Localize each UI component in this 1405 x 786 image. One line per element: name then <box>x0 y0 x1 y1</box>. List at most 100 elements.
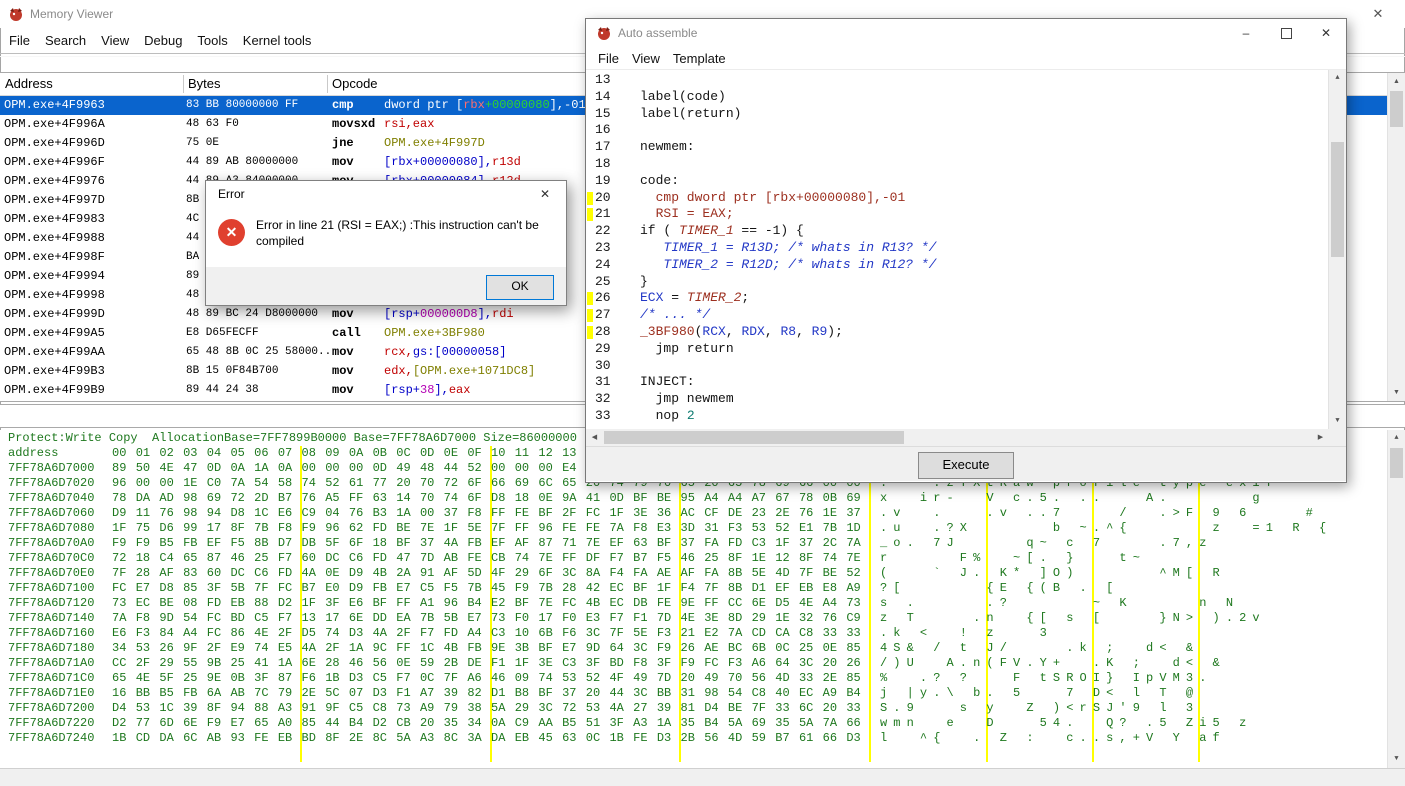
scroll-down-icon[interactable]: ▼ <box>1388 384 1405 401</box>
hex-row[interactable]: 7FF78A6D71A0CC2F29559B25411A6E2846560E59… <box>0 656 1388 671</box>
scroll-up-icon[interactable]: ▲ <box>1388 73 1405 90</box>
aa-menubar: File View Template <box>586 47 1346 69</box>
line-number: 13 <box>595 72 611 89</box>
hex-row[interactable]: 7FF78A6D71E016BBB5FB6AAB7C792E5C07D3F1A7… <box>0 686 1388 701</box>
scroll-right-icon[interactable]: ▶ <box>1312 429 1329 446</box>
error-body: ✕ Error in line 21 (RSI = EAX;) :This in… <box>206 207 566 267</box>
disasm-mnemonic-cell: mov <box>332 153 354 172</box>
aa-menu-item-file[interactable]: File <box>598 51 619 66</box>
scrollbar-thumb[interactable] <box>1390 91 1403 127</box>
code-text: ECX = TIMER_2; <box>640 290 749 307</box>
error-button-strip: OK <box>206 267 566 305</box>
hex-row[interactable]: 7FF78A6D7100FCE7D8853F5B7FFCB7E0D9FBE7C5… <box>0 581 1388 596</box>
disasm-bytes-cell: 89 44 24 38 <box>186 381 259 400</box>
scroll-up-icon[interactable]: ▲ <box>1329 70 1346 87</box>
error-icon: ✕ <box>218 219 245 246</box>
hex-bytes-cell: 16BBB5FB6AAB7C792E5C07D3F1A73982D1B8BF37… <box>112 686 870 701</box>
hexview-scrollbar[interactable]: ▲ ▼ <box>1387 430 1405 768</box>
code-text: code: <box>640 173 679 190</box>
app-icon <box>596 25 612 41</box>
execute-button[interactable]: Execute <box>918 452 1014 479</box>
disasm-bytes-cell: 48 63 F0 <box>186 115 239 134</box>
ok-button[interactable]: OK <box>486 275 554 300</box>
main-menu-item-tools[interactable]: Tools <box>197 33 227 48</box>
scroll-down-icon[interactable]: ▼ <box>1329 413 1346 430</box>
hex-ascii-cell: s . .? ~ K n N <box>880 596 1239 611</box>
disasm-address-cell: OPM.exe+4F996F <box>4 153 105 172</box>
scroll-left-icon[interactable]: ◀ <box>586 429 603 446</box>
hex-row[interactable]: 7FF78A6D70E07F28AF8360DCC6FD4A0ED94B2A91… <box>0 566 1388 581</box>
disassembler-scrollbar[interactable]: ▲ ▼ <box>1387 73 1405 401</box>
hex-address-cell: 7FF78A6D7100 <box>8 581 94 596</box>
main-menu-item-view[interactable]: View <box>101 33 129 48</box>
main-menu-item-file[interactable]: File <box>9 33 30 48</box>
close-icon[interactable]: ✕ <box>524 181 566 207</box>
hex-address-cell: 7FF78A6D7000 <box>8 461 94 476</box>
hex-ascii-cell: /)U A.n(FV.Y+ .K ; d< & <box>880 656 1226 671</box>
hex-ascii-cell: _o. 7J q~ c 7 .7,z <box>880 536 1213 551</box>
aa-menu-item-template[interactable]: Template <box>673 51 726 66</box>
close-icon[interactable]: ✕ <box>1306 19 1346 47</box>
hex-row[interactable]: 7FF78A6D71C0654E5F259E0B3F87F61BD3C5F70C… <box>0 671 1388 686</box>
main-menu-item-debug[interactable]: Debug <box>144 33 182 48</box>
code-line: 14label(code) <box>586 89 1329 106</box>
column-divider[interactable] <box>183 75 184 93</box>
assembly-editor[interactable]: 1314label(code)15label(return)1617newmem… <box>586 69 1346 430</box>
code-line: 26ECX = TIMER_2; <box>586 290 1329 307</box>
disasm-bytes-cell: 75 0E <box>186 134 219 153</box>
hex-row[interactable]: 7FF78A6D71407AF89D54FCBDC5F713176EDDEA7B… <box>0 611 1388 626</box>
scrollbar-thumb[interactable] <box>1331 142 1344 257</box>
disasm-mnemonic-cell: jne <box>332 134 354 153</box>
hex-row[interactable]: 7FF78A6D7200D4531C398F9488A3919FC5C873A9… <box>0 701 1388 716</box>
error-titlebar[interactable]: Error ✕ <box>206 181 566 207</box>
line-number: 31 <box>595 374 611 391</box>
main-close-icon[interactable]: ✕ <box>1359 0 1397 28</box>
disasm-mnemonic-cell: movsxd <box>332 115 375 134</box>
hex-row[interactable]: 7FF78A6D70801F75D699178F7BF8F99662FDBE7E… <box>0 521 1388 536</box>
hex-row[interactable]: 7FF78A6D71803453269F2FE974E54A2F1A9CFF1C… <box>0 641 1388 656</box>
minimize-icon[interactable]: – <box>1226 19 1266 47</box>
hex-bytes-cell: 7F28AF8360DCC6FD4A0ED94B2A91AF5D4F296F3C… <box>112 566 870 581</box>
address-column-label: address <box>8 446 58 460</box>
disasm-mnemonic-cell: mov <box>332 362 354 381</box>
hex-bytes-cell: CC2F29559B25411A6E2846560E592BDEF11F3EC3… <box>112 656 870 671</box>
disasm-address-cell: OPM.exe+4F99B9 <box>4 381 105 400</box>
editor-hscrollbar[interactable]: ◀ ▶ <box>586 429 1329 446</box>
aa-menu-item-view[interactable]: View <box>632 51 660 66</box>
disasm-operands-cell: dword ptr [rbx+00000080],-01 <box>384 96 586 115</box>
hex-row[interactable]: 7FF78A6D7060D911769894D81CE6C90476B31A00… <box>0 506 1388 521</box>
disasm-operands-cell: rcx,gs:[00000058] <box>384 343 506 362</box>
line-marker <box>587 326 593 339</box>
code-line: 25} <box>586 274 1329 291</box>
disasm-address-cell: OPM.exe+4F9983 <box>4 210 105 229</box>
code-line: 30 <box>586 358 1329 375</box>
main-menu-item-search[interactable]: Search <box>45 33 86 48</box>
hex-row[interactable]: 7FF78A6D7220D2776D6EF9E765A08544B4D2CB20… <box>0 716 1388 731</box>
disasm-bytes-cell: 48 89 BC 24 D8000000 <box>186 305 318 324</box>
code-line: 22if ( TIMER_1 == -1) { <box>586 223 1329 240</box>
hex-row[interactable]: 7FF78A6D7160E6F384A4FC864E2FD574D34A2FF7… <box>0 626 1388 641</box>
scrollbar-thumb[interactable] <box>1390 448 1403 478</box>
hex-ascii-cell: ?[ {E {(B . [ <box>880 581 1119 596</box>
aa-titlebar[interactable]: Auto assemble – ✕ <box>586 19 1346 47</box>
hex-row[interactable]: 7FF78A6D7240 1BCDDA6CAB93FEEBBD8F2E8C5AA3… <box>0 731 1388 746</box>
hex-row[interactable]: 7FF78A6D70C07218C465874625F760DCC6FD477D… <box>0 551 1388 566</box>
main-menu-item-kernel-tools[interactable]: Kernel tools <box>243 33 312 48</box>
editor-scrollbar[interactable]: ▲ ▼ <box>1328 70 1346 430</box>
line-number: 27 <box>595 307 611 324</box>
scroll-up-icon[interactable]: ▲ <box>1388 430 1405 447</box>
hex-bytes-cell: 1BCDDA6CAB93FEEBBD8F2E8C5AA38C3ADAEB4563… <box>112 731 870 746</box>
hex-row[interactable]: 7FF78A6D70A0F9F9B5FBEFF58BD7DB5F6F18BF37… <box>0 536 1388 551</box>
disasm-bytes-cell: 8B <box>186 191 199 210</box>
hex-bytes-cell: D4531C398F9488A3919FC5C873A979385A293C72… <box>112 701 870 716</box>
scroll-down-icon[interactable]: ▼ <box>1388 751 1405 768</box>
hex-bytes-cell: F9F9B5FBEFF58BD7DB5F6F18BF374AFBEFAF8771… <box>112 536 870 551</box>
hex-address-cell: 7FF78A6D7240 <box>8 731 94 746</box>
hex-row[interactable]: 7FF78A6D704078DAAD9869722DB776A5FF631470… <box>0 491 1388 506</box>
hex-ascii-cell: .u .?X b ~.^{ z =1 R { <box>880 521 1332 536</box>
scrollbar-thumb[interactable] <box>604 431 904 444</box>
hex-row[interactable]: 7FF78A6D712073ECBE08FDEB88D21F3FE6BFFFA1… <box>0 596 1388 611</box>
maximize-icon[interactable] <box>1266 19 1306 47</box>
column-divider[interactable] <box>327 75 328 93</box>
disasm-address-cell: OPM.exe+4F9998 <box>4 286 105 305</box>
